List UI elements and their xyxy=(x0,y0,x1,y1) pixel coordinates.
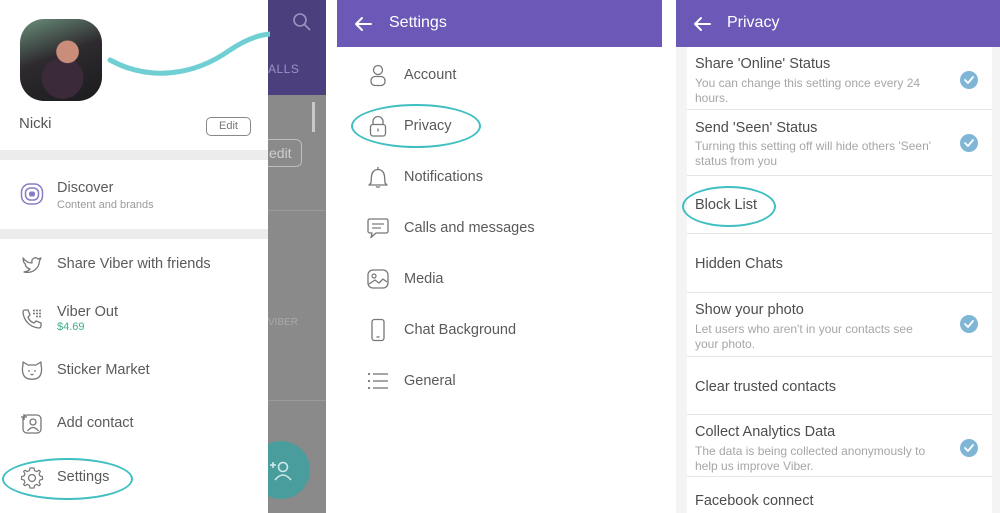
chat-bubble-icon xyxy=(367,218,389,239)
drawer-item-add-contact[interactable]: Add contact xyxy=(0,400,268,448)
privacy-item-show-your-photo[interactable]: Show your photo Let users who aren't in … xyxy=(687,293,992,357)
settings-item-label: Account xyxy=(404,67,457,83)
checkbox-checked[interactable] xyxy=(960,315,978,333)
checkbox-checked[interactable] xyxy=(960,134,978,152)
divider xyxy=(0,150,268,160)
add-contact-icon xyxy=(21,414,42,434)
privacy-item-send-seen-status[interactable]: Send 'Seen' Status Turning this setting … xyxy=(687,110,992,176)
person-icon xyxy=(370,64,386,87)
twitter-bird-icon xyxy=(22,257,42,274)
privacy-item-title: Block List xyxy=(695,197,758,213)
privacy-item-description: The data is being collected anonymously … xyxy=(695,444,926,473)
divider xyxy=(0,229,268,239)
image-icon xyxy=(367,269,389,289)
discover-icon xyxy=(20,183,44,205)
settings-item-chat-background[interactable]: Chat Background xyxy=(337,304,662,355)
privacy-item-title: Clear trusted contacts xyxy=(695,379,837,395)
lock-icon xyxy=(369,115,387,137)
settings-screen: Settings Account Privacy Notifications C… xyxy=(337,0,662,513)
settings-item-label: Calls and messages xyxy=(404,220,535,236)
background-list-label: VIBER xyxy=(268,317,299,328)
privacy-item-hidden-chats[interactable]: Hidden Chats xyxy=(687,234,992,293)
decorative-swoosh xyxy=(107,31,270,76)
settings-item-label: Privacy xyxy=(404,118,452,134)
checkbox-checked[interactable] xyxy=(960,71,978,89)
page-title: Privacy xyxy=(727,14,780,31)
privacy-item-facebook-connect[interactable]: Facebook connect xyxy=(687,477,992,513)
drawer-item-share-viber[interactable]: Share Viber with friends xyxy=(0,241,268,289)
check-icon xyxy=(964,444,974,452)
drawer-item-settings[interactable]: Settings xyxy=(0,454,268,502)
drawer-item-label: Add contact xyxy=(57,415,134,431)
privacy-item-title: Send 'Seen' Status xyxy=(695,120,818,136)
phone-dialpad-icon xyxy=(22,309,42,329)
gear-icon xyxy=(20,467,44,489)
privacy-item-block-list[interactable]: Block List xyxy=(687,176,992,234)
drawer-item-label: Viber Out xyxy=(57,304,118,320)
settings-header: Settings xyxy=(337,0,662,47)
privacy-item-title: Share 'Online' Status xyxy=(695,56,831,72)
user-name: Nicki xyxy=(19,115,52,132)
edit-profile-button[interactable]: Edit xyxy=(206,117,251,136)
settings-item-privacy[interactable]: Privacy xyxy=(337,100,662,151)
background-divider xyxy=(268,210,326,211)
phone-icon xyxy=(371,318,385,342)
privacy-item-description: Let users who aren't in your contacts se… xyxy=(695,322,913,351)
privacy-item-collect-analytics[interactable]: Collect Analytics Data The data is being… xyxy=(687,415,992,477)
drawer-item-sticker-market[interactable]: Sticker Market xyxy=(0,347,268,395)
drawer-item-sublabel: Content and brands xyxy=(57,199,154,211)
checkbox-checked[interactable] xyxy=(960,439,978,457)
background-calls-tab: ALLS xyxy=(268,62,300,76)
privacy-item-title: Facebook connect xyxy=(695,493,814,509)
privacy-item-clear-trusted-contacts[interactable]: Clear trusted contacts xyxy=(687,357,992,415)
privacy-header: Privacy xyxy=(676,0,1000,47)
check-icon xyxy=(964,320,974,328)
viber-out-balance: $4.69 xyxy=(57,321,85,333)
drawer-item-label: Discover xyxy=(57,180,114,196)
background-scrollbar xyxy=(312,102,315,132)
settings-item-general[interactable]: General xyxy=(337,355,662,406)
settings-item-account[interactable]: Account xyxy=(337,49,662,100)
privacy-item-description: You can change this setting once every 2… xyxy=(695,76,921,105)
settings-item-media[interactable]: Media xyxy=(337,253,662,304)
settings-item-label: Media xyxy=(404,271,444,287)
settings-item-notifications[interactable]: Notifications xyxy=(337,151,662,202)
drawer-item-label: Share Viber with friends xyxy=(57,256,211,272)
privacy-screen: Privacy Share 'Online' Status You can ch… xyxy=(676,0,1000,513)
page-title: Settings xyxy=(389,14,447,31)
settings-item-calls-messages[interactable]: Calls and messages xyxy=(337,202,662,253)
check-icon xyxy=(964,76,974,84)
privacy-item-title: Show your photo xyxy=(695,302,804,318)
check-icon xyxy=(964,139,974,147)
avatar[interactable] xyxy=(20,19,102,101)
add-person-icon xyxy=(270,461,292,481)
settings-item-label: Notifications xyxy=(404,169,483,185)
drawer-screen: ALLS edit VIBER Nicki Edit Discover Cont… xyxy=(0,0,326,513)
background-divider xyxy=(268,400,326,401)
back-arrow-icon[interactable] xyxy=(691,13,713,35)
drawer-item-viber-out[interactable]: Viber Out $4.69 xyxy=(0,298,268,342)
back-arrow-icon[interactable] xyxy=(352,13,374,35)
list-icon xyxy=(367,372,388,390)
search-icon xyxy=(293,13,311,31)
drawer-item-discover[interactable]: Discover Content and brands xyxy=(0,168,268,224)
background-chat-screen: ALLS edit VIBER xyxy=(252,0,326,513)
privacy-item-share-online-status[interactable]: Share 'Online' Status You can change thi… xyxy=(687,47,992,110)
settings-item-label: Chat Background xyxy=(404,322,517,338)
privacy-item-title: Collect Analytics Data xyxy=(695,424,836,440)
privacy-item-description: Turning this setting off will hide other… xyxy=(695,139,932,168)
drawer-item-label: Sticker Market xyxy=(57,362,150,378)
navigation-drawer: Nicki Edit Discover Content and brands S… xyxy=(0,0,270,513)
privacy-list: Share 'Online' Status You can change thi… xyxy=(687,47,992,513)
privacy-item-title: Hidden Chats xyxy=(695,256,783,272)
bell-icon xyxy=(368,167,388,188)
settings-item-label: General xyxy=(404,373,456,389)
drawer-item-label: Settings xyxy=(57,469,110,485)
cat-face-icon xyxy=(21,361,43,380)
